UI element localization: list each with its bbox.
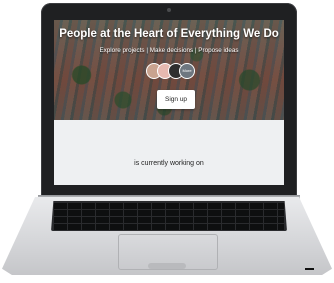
sign-up-button[interactable]: Sign up [157, 90, 196, 109]
webcam-icon [167, 8, 171, 12]
separator: | [146, 47, 148, 54]
make-decisions-link[interactable]: Make decisions [150, 47, 193, 54]
front-notch [148, 263, 186, 269]
status-text: is currently working on [134, 160, 204, 167]
hero-subnav: Explore projects | Make decisions | Prop… [54, 47, 284, 54]
key-row [54, 224, 284, 230]
laptop-lid: People at the Heart of Everything We Do … [41, 3, 297, 197]
separator: | [194, 47, 197, 54]
laptop-screen: People at the Heart of Everything We Do … [54, 20, 284, 185]
propose-ideas-link[interactable]: Propose ideas [198, 47, 238, 54]
key-row [54, 217, 284, 223]
key-row [54, 203, 284, 209]
explore-projects-link[interactable]: Explore projects [99, 47, 144, 54]
power-indicator-icon [305, 268, 314, 270]
key-row [54, 210, 284, 216]
avatar-more-badge: More [179, 63, 195, 79]
hero-title: People at the Heart of Everything We Do [59, 28, 279, 40]
keyboard [51, 201, 287, 231]
